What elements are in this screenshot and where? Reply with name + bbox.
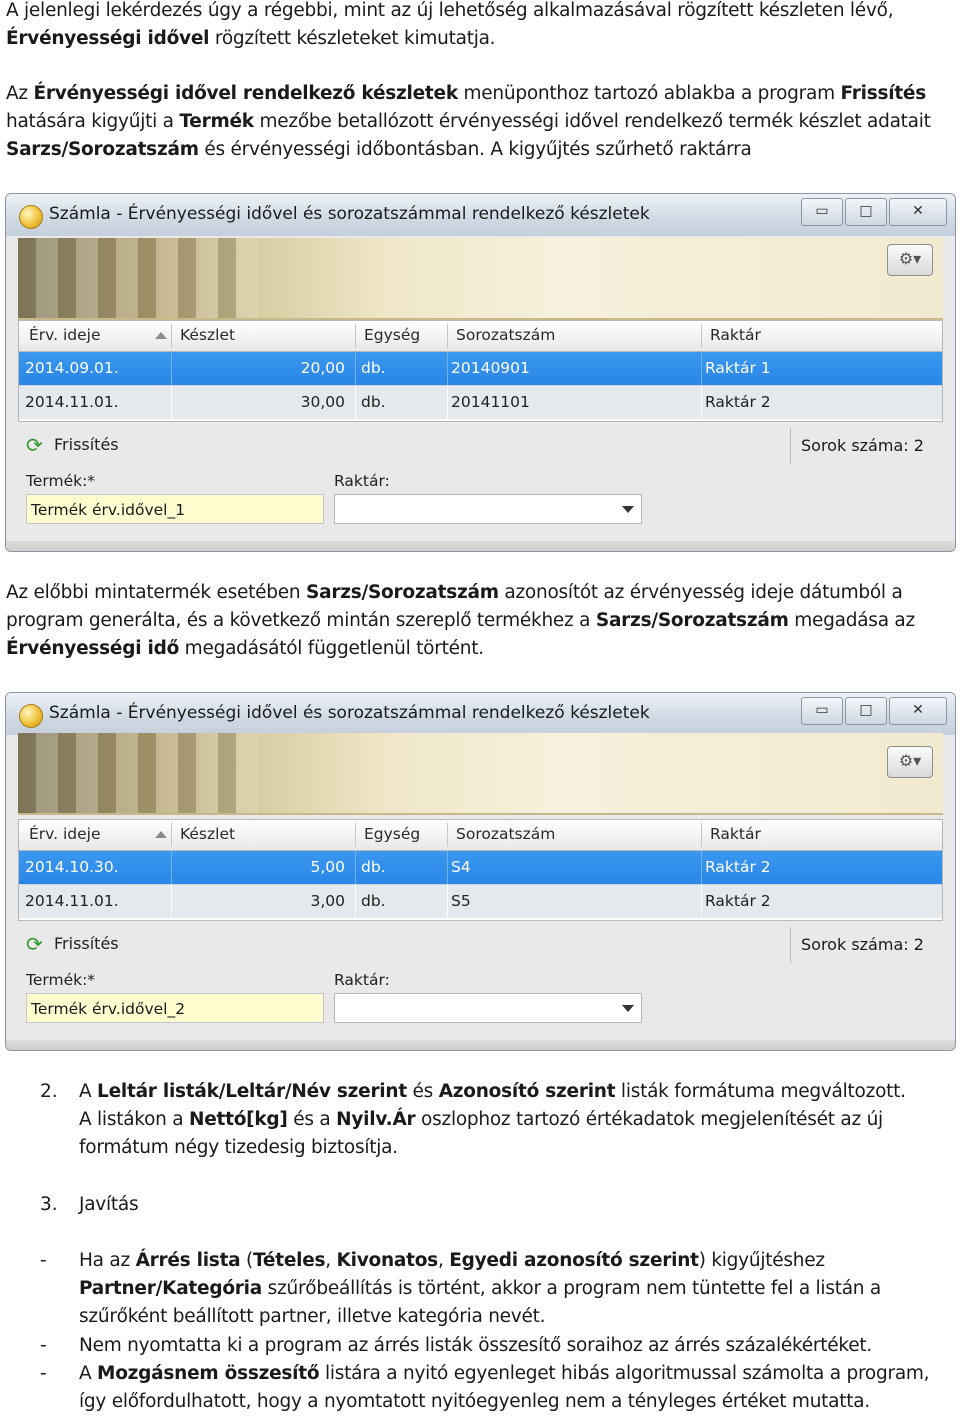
- close-button[interactable]: ✕: [889, 198, 947, 226]
- stock-grid: Érv. ideje Készlet Egység Sorozatszám Ra…: [18, 320, 943, 422]
- window-title: Számla - Érvényességi idővel és sorozats…: [49, 204, 650, 224]
- title-bar: Számla - Érvényességi idővel és sorozats…: [6, 194, 955, 236]
- sort-ascending-icon: [155, 332, 167, 339]
- list-item-3: Javítás: [79, 1194, 139, 1215]
- stock-window-1: Számla - Érvényességi idővel és sorozats…: [5, 193, 956, 552]
- toolbar: ⟳ Frissítés Sorok száma: 2: [18, 428, 943, 466]
- example-paragraph: Az előbbi mintatermék esetében Sarzs/Sor…: [6, 582, 915, 660]
- app-icon: [19, 205, 43, 229]
- list-number-3: 3.: [40, 1194, 58, 1215]
- column-header-stock[interactable]: Készlet: [180, 825, 235, 843]
- warehouse-label: Raktár:: [334, 971, 390, 989]
- column-header-stock[interactable]: Készlet: [180, 326, 235, 344]
- column-header-unit[interactable]: Egység: [364, 326, 420, 344]
- title-bar: Számla - Érvényességi idővel és sorozats…: [6, 693, 955, 735]
- bullet-item: A Mozgásnem összesítő listára a nyitó eg…: [79, 1363, 930, 1413]
- chevron-down-icon: [622, 506, 634, 513]
- product-field[interactable]: Termék érv.idővel_2: [26, 993, 324, 1023]
- maximize-button[interactable]: □: [845, 198, 887, 226]
- column-header-expiry[interactable]: Érv. ideje: [29, 326, 101, 344]
- banner-logo: [18, 733, 258, 813]
- window-title: Számla - Érvényességi idővel és sorozats…: [49, 703, 650, 723]
- column-header-serial[interactable]: Sorozatszám: [456, 326, 555, 344]
- bullet-dash: -: [40, 1250, 47, 1271]
- list-number-2: 2.: [40, 1081, 58, 1102]
- warehouse-select[interactable]: [334, 993, 642, 1023]
- grid-header: Érv. ideje Készlet Egység Sorozatszám Ra…: [19, 321, 942, 352]
- toolbar: ⟳ Frissítés Sorok száma: 2: [18, 927, 943, 965]
- table-row[interactable]: 2014.10.30. 5,00 db. S4 Raktár 2: [19, 851, 942, 884]
- column-header-expiry[interactable]: Érv. ideje: [29, 825, 101, 843]
- table-row[interactable]: 2014.11.01. 30,00 db. 20141101 Raktár 2: [19, 385, 942, 419]
- table-row[interactable]: 2014.11.01. 3,00 db. S5 Raktár 2: [19, 884, 942, 918]
- gear-icon[interactable]: ⚙▾: [887, 244, 933, 276]
- column-header-warehouse[interactable]: Raktár: [710, 825, 761, 843]
- column-header-serial[interactable]: Sorozatszám: [456, 825, 555, 843]
- header-banner: ⚙▾: [18, 238, 943, 320]
- column-header-warehouse[interactable]: Raktár: [710, 326, 761, 344]
- intro-paragraph: A jelenlegi lekérdezés úgy a régebbi, mi…: [6, 0, 956, 53]
- bullet-item: Nem nyomtatta ki a program az árrés list…: [79, 1335, 872, 1356]
- sort-ascending-icon: [155, 831, 167, 838]
- maximize-button[interactable]: □: [845, 697, 887, 725]
- product-label: Termék:*: [26, 971, 96, 989]
- bullet-dash: -: [40, 1363, 47, 1384]
- bullet-dash: -: [40, 1335, 47, 1356]
- product-field[interactable]: Termék érv.idővel_1: [26, 494, 324, 524]
- list-item-2: A Leltár listák/Leltár/Név szerint és Az…: [79, 1081, 906, 1159]
- refresh-icon: ⟳: [26, 433, 43, 457]
- stock-grid: Érv. ideje Készlet Egység Sorozatszám Ra…: [18, 819, 943, 921]
- header-banner: ⚙▾: [18, 733, 943, 815]
- column-header-unit[interactable]: Egység: [364, 825, 420, 843]
- app-icon: [19, 704, 43, 728]
- minimize-button[interactable]: ▭: [801, 198, 843, 226]
- intro-line-2: Érvényességi idővel rögzített készleteke…: [6, 28, 496, 50]
- warehouse-select[interactable]: [334, 494, 642, 524]
- warehouse-label: Raktár:: [334, 472, 390, 490]
- row-count: Sorok száma: 2: [790, 927, 935, 963]
- close-button[interactable]: ✕: [889, 697, 947, 725]
- stock-window-2: Számla - Érvényességi idővel és sorozats…: [5, 692, 956, 1051]
- minimize-button[interactable]: ▭: [801, 697, 843, 725]
- table-row[interactable]: 2014.09.01. 20,00 db. 20140901 Raktár 1: [19, 352, 942, 385]
- banner-logo: [18, 238, 258, 318]
- product-label: Termék:*: [26, 472, 96, 490]
- row-count: Sorok száma: 2: [790, 428, 935, 464]
- gear-icon[interactable]: ⚙▾: [887, 746, 933, 778]
- intro-line-1: A jelenlegi lekérdezés úgy a régebbi, mi…: [6, 0, 894, 21]
- grid-header: Érv. ideje Készlet Egység Sorozatszám Ra…: [19, 820, 942, 851]
- bullet-item: Ha az Árrés lista (Tételes, Kivonatos, E…: [79, 1250, 881, 1328]
- description-paragraph: Az Érvényességi idővel rendelkező készle…: [6, 83, 931, 161]
- refresh-icon: ⟳: [26, 932, 43, 956]
- chevron-down-icon: [622, 1005, 634, 1012]
